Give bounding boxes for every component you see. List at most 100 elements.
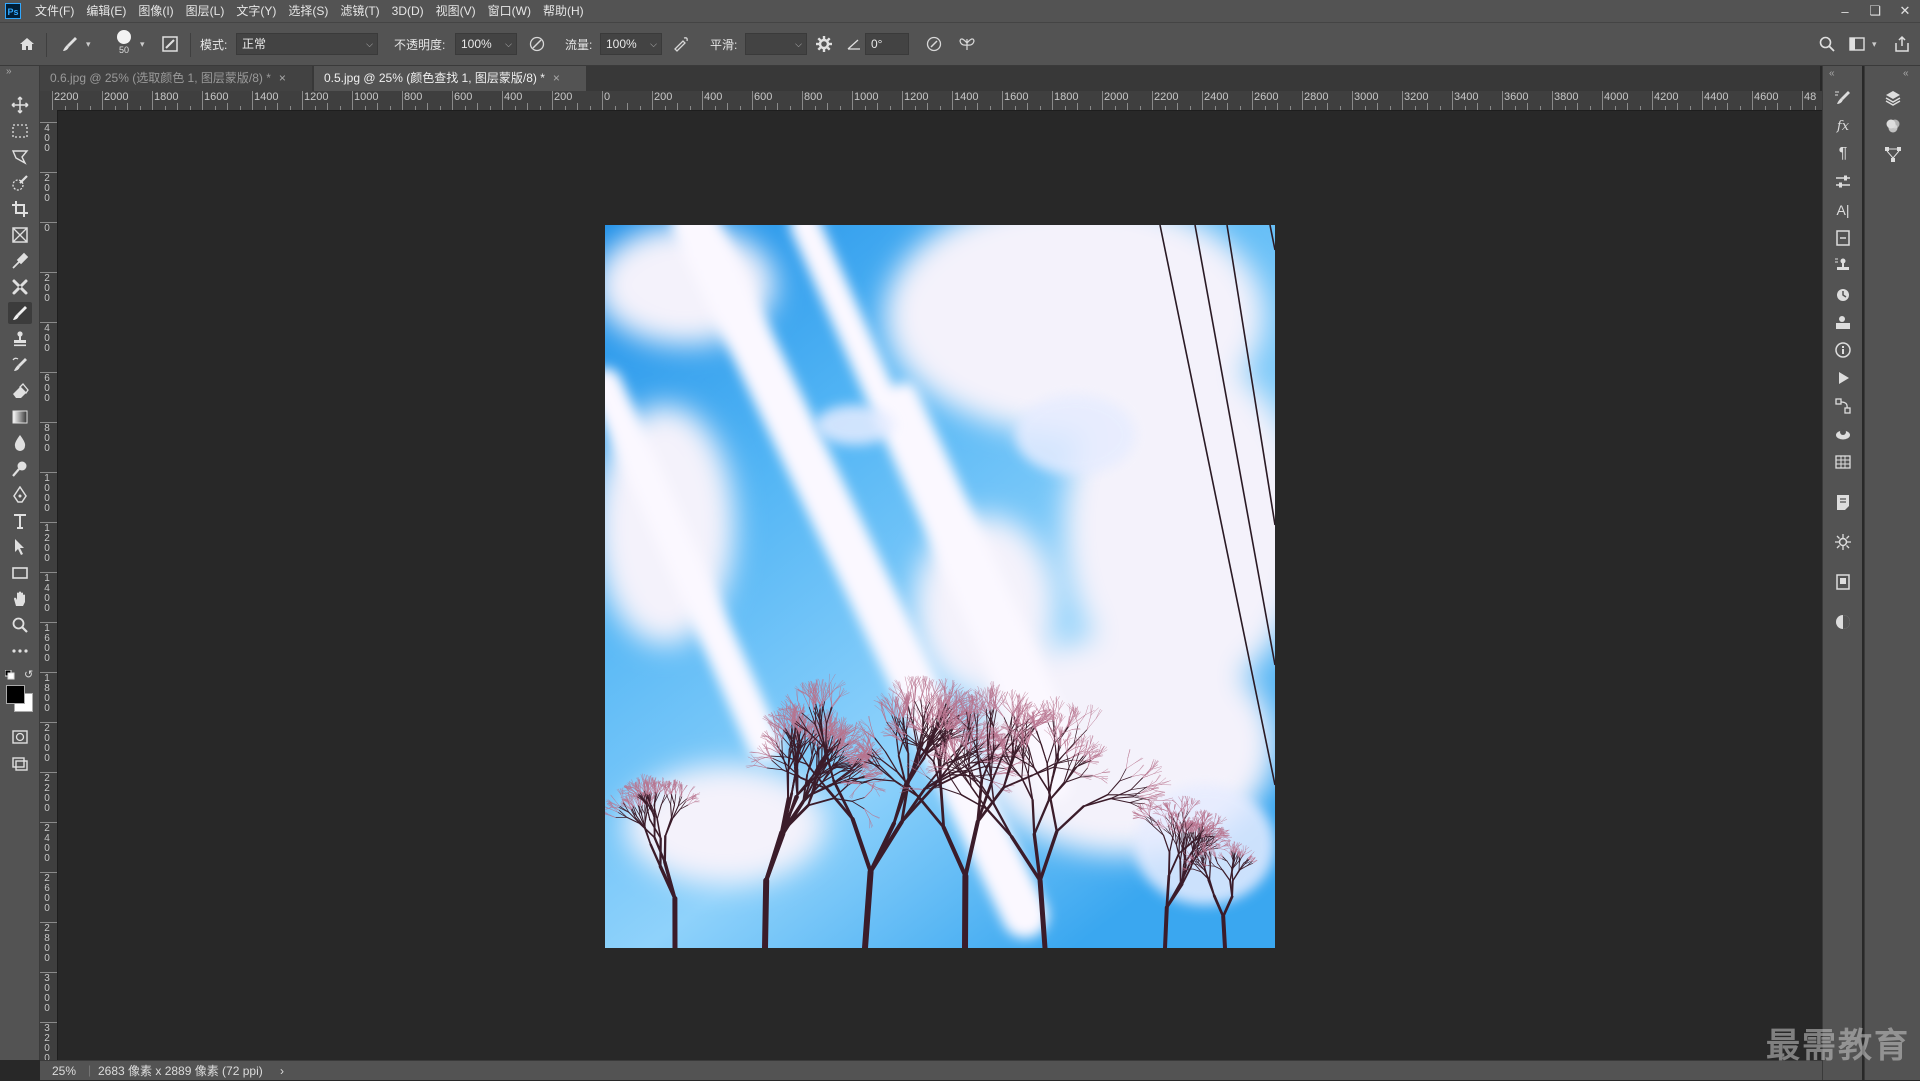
channels-panel-icon[interactable] [1879, 114, 1907, 138]
ruler-minor-tick [640, 106, 641, 110]
quick-selection-tool-icon[interactable] [8, 172, 32, 194]
menu-item[interactable]: 图像(I) [132, 0, 179, 22]
swap-colors-icon[interactable]: ↺ [24, 668, 33, 681]
menu-item[interactable]: 窗口(W) [482, 0, 537, 22]
brush-size-picker[interactable]: 50 [115, 30, 133, 56]
tab-document-0-6[interactable]: 0.6.jpg @ 25% (选取颜色 1, 图层蒙版/8) *× [40, 66, 312, 91]
ruler-label: 1600 [1004, 91, 1028, 103]
brush-tool-icon[interactable] [8, 302, 32, 324]
layers-icon[interactable] [1879, 86, 1907, 110]
ruler-tick [552, 91, 553, 110]
search-icon[interactable] [1815, 32, 1839, 56]
character-icon[interactable]: A| [1829, 198, 1857, 222]
menu-item[interactable]: 帮助(H) [537, 0, 590, 22]
menu-item[interactable]: 编辑(E) [80, 0, 132, 22]
edit-toolbar-icon[interactable] [8, 640, 32, 662]
zoom-level[interactable]: 25% [52, 1061, 76, 1081]
ruler-label: 2000 [1104, 91, 1128, 103]
crop-tool-icon[interactable] [8, 198, 32, 220]
eyedropper-tool-icon[interactable] [8, 250, 32, 272]
rectangular-marquee-tool-icon[interactable] [8, 120, 32, 142]
pressure-opacity-icon[interactable] [525, 32, 549, 56]
smoothing-label: 平滑: [710, 36, 737, 53]
channels-icon[interactable] [1829, 310, 1857, 334]
paragraph-icon[interactable]: ¶ [1829, 142, 1857, 166]
actions-play-icon[interactable] [1829, 366, 1857, 390]
menu-item[interactable]: 3D(D) [386, 0, 430, 22]
chevron-down-icon[interactable]: ▾ [86, 39, 91, 50]
pen-tool-icon[interactable] [8, 484, 32, 506]
navigator-sun-icon[interactable] [1829, 530, 1857, 554]
smoothing-input[interactable]: ⌵ [745, 33, 807, 55]
3d-icon[interactable] [1829, 422, 1857, 446]
status-menu-arrow-icon[interactable]: › [280, 1061, 284, 1081]
pressure-size-icon[interactable] [922, 32, 946, 56]
angle-input[interactable]: 0° [865, 33, 909, 55]
hand-tool-icon[interactable] [8, 588, 32, 610]
path-selection-tool-icon[interactable] [8, 536, 32, 558]
chevron-down-icon[interactable]: ▾ [140, 39, 145, 50]
ruler-tick [1252, 91, 1253, 110]
flow-input[interactable]: 100%⌵ [600, 33, 662, 55]
default-colors-icon[interactable] [5, 670, 15, 680]
home-icon[interactable] [15, 32, 39, 56]
history-brush-tool-icon[interactable] [8, 354, 32, 376]
blur-tool-icon[interactable] [8, 432, 32, 454]
menu-item[interactable]: 选择(S) [282, 0, 334, 22]
menu-item[interactable]: 文件(F) [29, 0, 80, 22]
symmetry-butterfly-icon[interactable] [955, 32, 979, 56]
paths-panel-icon[interactable] [1879, 142, 1907, 166]
chevron-down-icon[interactable]: ▾ [1872, 39, 1877, 50]
opacity-input[interactable]: 100%⌵ [455, 33, 517, 55]
collapse-panel-icon[interactable]: « [1903, 68, 1909, 79]
clone-stamp-tool-icon[interactable] [8, 328, 32, 350]
brush-settings-icon[interactable] [1829, 86, 1857, 110]
close-tab-icon[interactable]: × [279, 71, 286, 85]
paths-icon[interactable] [1829, 394, 1857, 418]
menu-item[interactable]: 文字(Y) [230, 0, 282, 22]
collapse-panel-icon[interactable]: « [1829, 68, 1835, 79]
foreground-color-swatch[interactable] [6, 685, 25, 704]
brush-preset-icon[interactable] [58, 32, 82, 56]
dodge-tool-icon[interactable] [8, 458, 32, 480]
ruler-minor-tick [1377, 103, 1378, 110]
history-icon[interactable] [1829, 282, 1857, 306]
mode-select[interactable]: 正常⌵ [236, 33, 378, 55]
document-canvas[interactable] [605, 225, 1275, 948]
share-icon[interactable] [1890, 32, 1914, 56]
close-tab-icon[interactable]: × [553, 71, 560, 85]
spot-healing-brush-tool-icon[interactable] [8, 276, 32, 298]
adjustments-sliders-icon[interactable] [1829, 170, 1857, 194]
restore-icon[interactable]: ❏ [1860, 0, 1890, 22]
close-icon[interactable]: ✕ [1890, 0, 1920, 22]
lasso-tool-icon[interactable] [8, 146, 32, 168]
quick-mask-icon[interactable] [8, 726, 32, 748]
type-tool-icon[interactable] [8, 510, 32, 532]
menu-item[interactable]: 图层(L) [180, 0, 231, 22]
menu-item[interactable]: 滤镜(T) [334, 0, 385, 22]
collapse-panel-icon[interactable]: » [6, 66, 12, 77]
brush-settings-panel-icon[interactable] [158, 32, 182, 56]
rectangle-tool-icon[interactable] [8, 562, 32, 584]
airbrush-icon[interactable] [669, 32, 693, 56]
ruler-minor-tick [940, 106, 941, 110]
libraries-icon[interactable] [1829, 570, 1857, 594]
workspace-icon[interactable] [1845, 32, 1869, 56]
minimize-icon[interactable]: – [1830, 0, 1860, 22]
move-tool-icon[interactable] [8, 94, 32, 116]
frame-tool-icon[interactable] [8, 224, 32, 246]
color-adjust-icon[interactable] [1829, 610, 1857, 634]
screen-mode-icon[interactable] [8, 752, 32, 774]
smoothing-settings-gear-icon[interactable] [812, 32, 836, 56]
tab-document-0-5[interactable]: 0.5.jpg @ 25% (颜色查找 1, 图层蒙版/8) *× [314, 66, 586, 91]
notes-icon[interactable] [1829, 490, 1857, 514]
zoom-tool-icon[interactable] [8, 614, 32, 636]
clone-source-icon[interactable] [1829, 254, 1857, 278]
table-grid-icon[interactable] [1829, 450, 1857, 474]
styles-fx-icon[interactable]: fx [1829, 114, 1857, 138]
glyphs-icon[interactable] [1829, 226, 1857, 250]
gradient-tool-icon[interactable] [8, 406, 32, 428]
menu-item[interactable]: 视图(V) [430, 0, 482, 22]
eraser-tool-icon[interactable] [8, 380, 32, 402]
info-icon[interactable] [1829, 338, 1857, 362]
